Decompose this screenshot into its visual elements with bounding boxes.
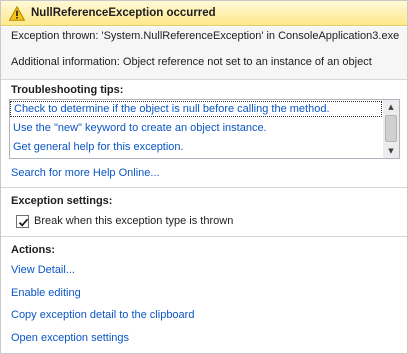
break-when-thrown-label[interactable]: Break when this exception type is thrown (34, 215, 233, 227)
additional-information-text: Additional information: Object reference… (11, 56, 372, 68)
dialog-title: NullReferenceException occurred (31, 7, 216, 19)
tips-scrollbar[interactable]: ▲ ▼ (383, 100, 399, 158)
actions-heading: Actions: (11, 244, 55, 256)
break-when-thrown-checkbox[interactable] (16, 215, 29, 228)
open-exception-settings-link[interactable]: Open exception settings (11, 332, 129, 344)
enable-editing-link[interactable]: Enable editing (11, 287, 81, 299)
exception-info: Exception thrown: 'System.NullReferenceE… (1, 27, 407, 79)
dialog-header: NullReferenceException occurred (1, 1, 407, 26)
exception-settings-heading: Exception settings: (11, 195, 113, 207)
troubleshooting-tips-list[interactable]: Check to determine if the object is null… (9, 99, 400, 159)
copy-exception-detail-link[interactable]: Copy exception detail to the clipboard (11, 309, 194, 321)
divider (1, 187, 407, 188)
scrollbar-thumb[interactable] (385, 115, 397, 142)
view-detail-link[interactable]: View Detail... (11, 264, 75, 276)
divider (1, 79, 407, 80)
tip-link[interactable]: Use the "new" keyword to create an objec… (10, 121, 382, 137)
divider (1, 236, 407, 237)
search-help-online-link[interactable]: Search for more Help Online... (11, 167, 160, 179)
scroll-down-arrow-icon[interactable]: ▼ (383, 144, 399, 158)
warning-icon (8, 5, 26, 21)
checkmark-icon (18, 218, 29, 227)
troubleshooting-tips-heading: Troubleshooting tips: (11, 84, 124, 96)
tip-link[interactable]: Check to determine if the object is null… (10, 101, 382, 117)
scroll-up-arrow-icon[interactable]: ▲ (383, 100, 399, 114)
exception-assistant-dialog: NullReferenceException occurred Exceptio… (0, 0, 408, 354)
exception-thrown-text: Exception thrown: 'System.NullReferenceE… (11, 30, 400, 42)
tip-link[interactable]: Get general help for this exception. (10, 140, 382, 156)
